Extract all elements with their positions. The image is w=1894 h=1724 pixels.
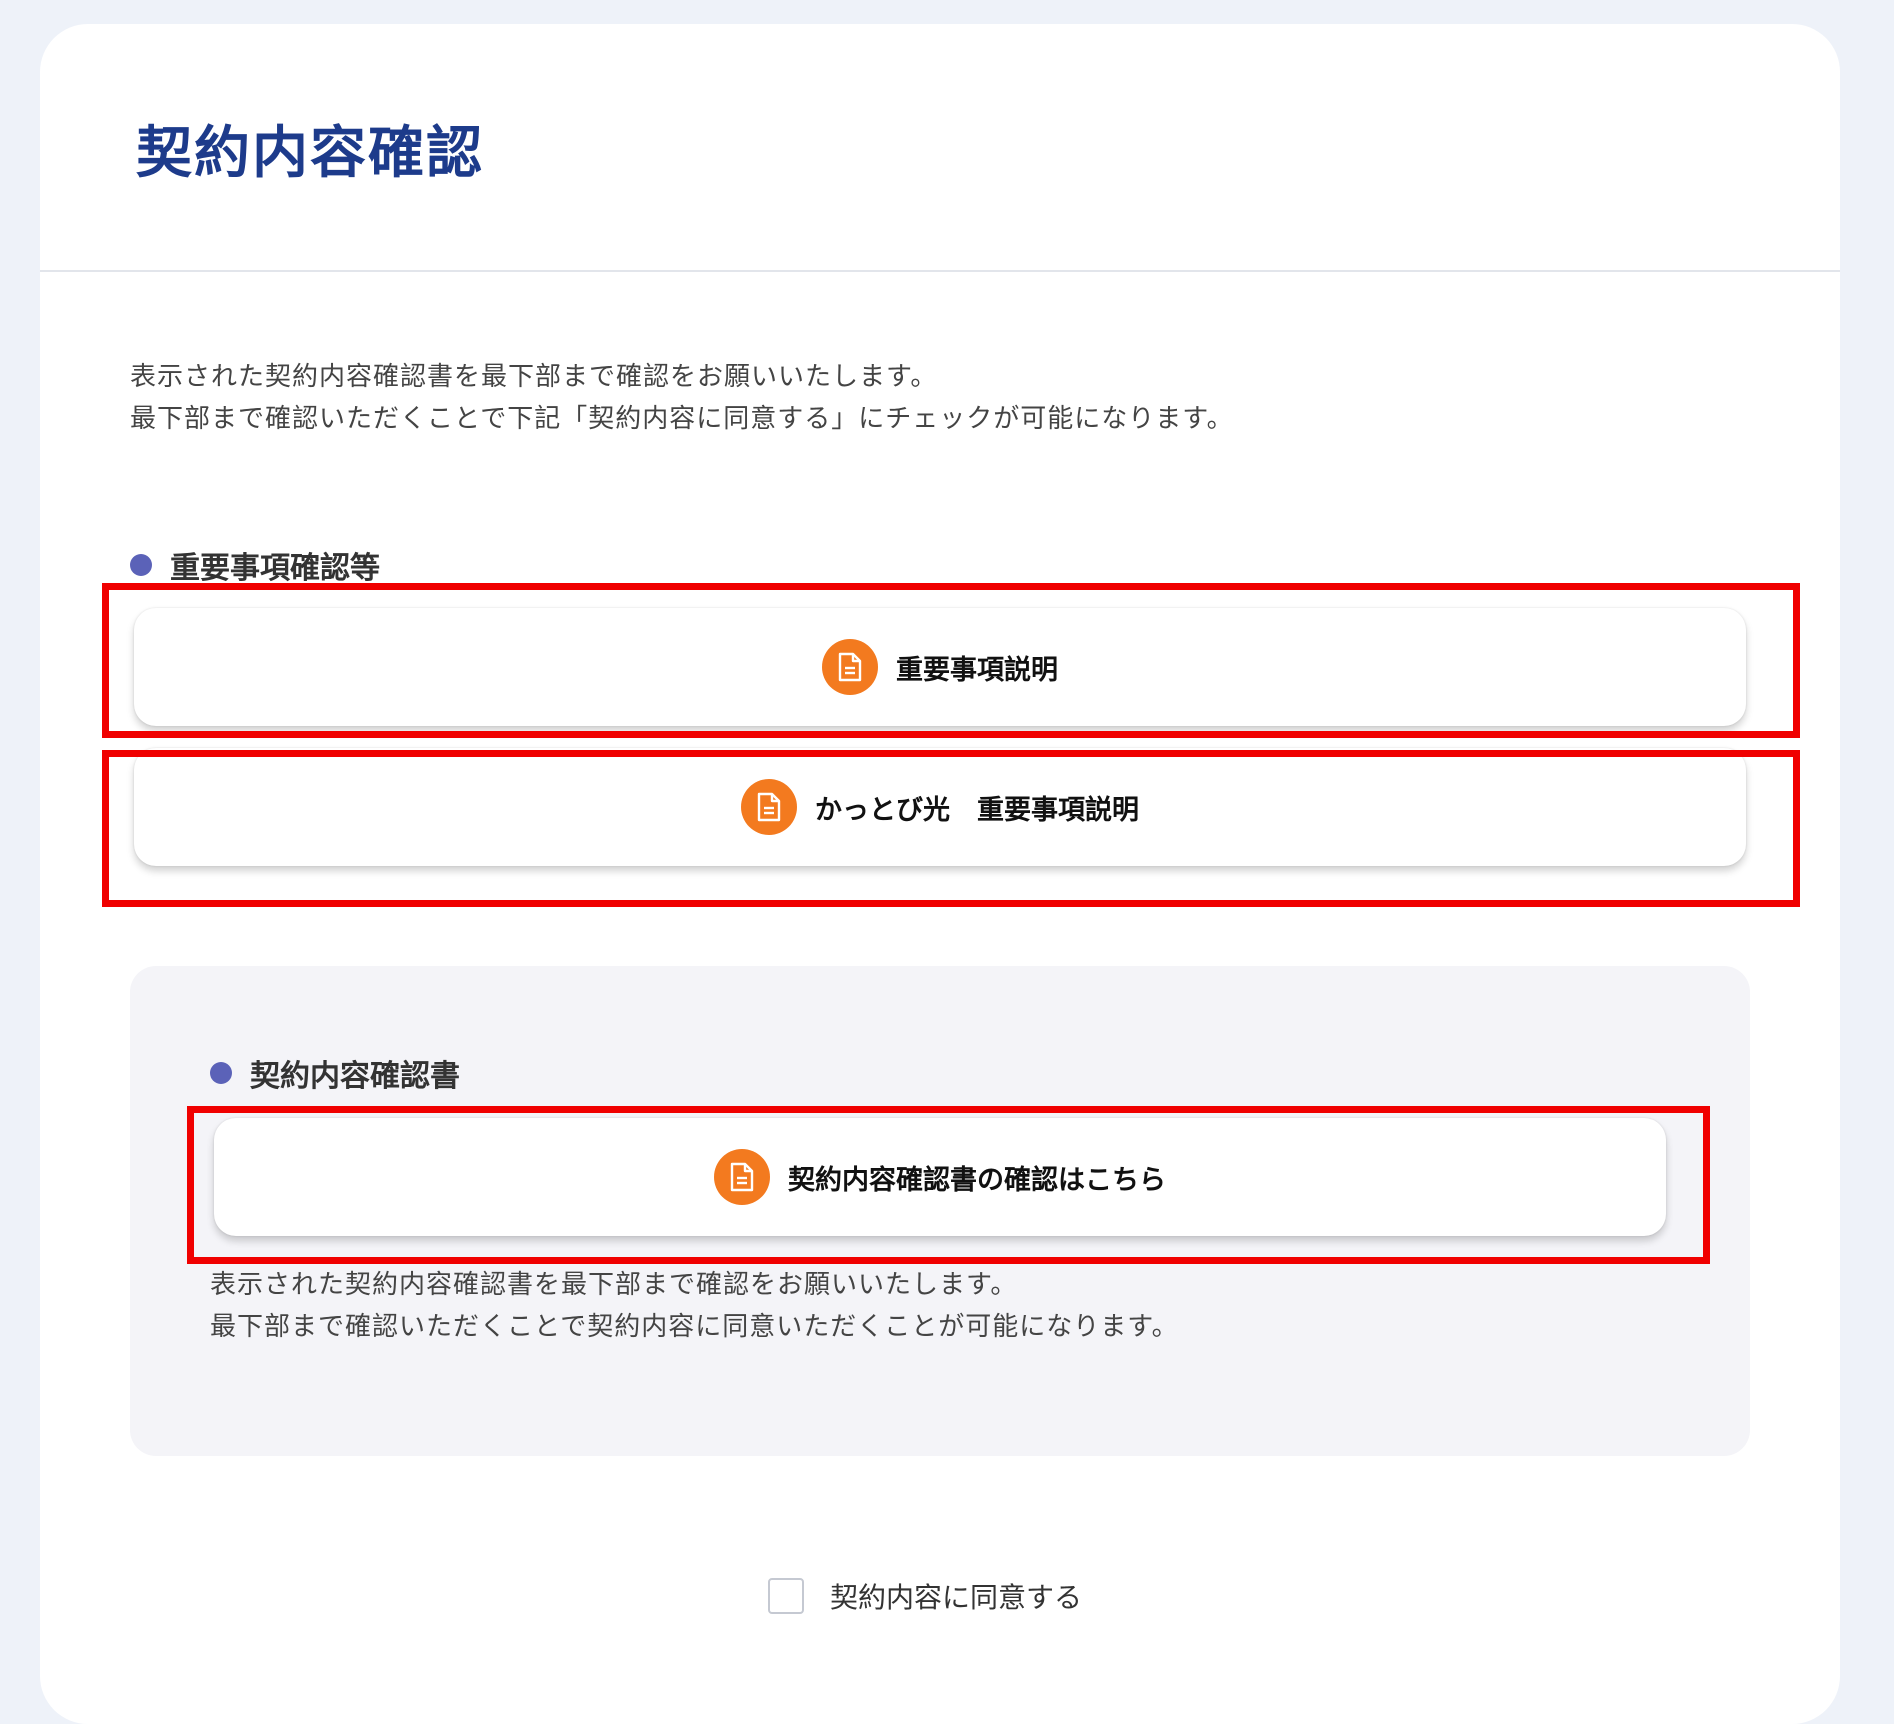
section-heading-contract: 契約内容確認書 <box>210 1051 460 1095</box>
page-title: 契約内容確認 <box>136 121 484 186</box>
contract-note: 表示された契約内容確認書を最下部まで確認をお願いいたします。 最下部まで確認いた… <box>210 1264 1179 1348</box>
bullet-dot-icon <box>210 1062 232 1084</box>
agree-checkbox[interactable] <box>768 1578 804 1614</box>
section-heading-important: 重要事項確認等 <box>130 543 380 587</box>
highlight-box <box>102 583 1800 738</box>
intro-line-2: 最下部まで確認いただくことで下記「契約内容に同意する」にチェックが可能になります… <box>130 404 1234 434</box>
highlight-box <box>187 1106 1710 1264</box>
bullet-dot-icon <box>130 554 152 576</box>
intro-line-1: 表示された契約内容確認書を最下部まで確認をお願いいたします。 <box>130 362 938 392</box>
header-divider <box>40 270 1840 272</box>
contract-note-line-2: 最下部まで確認いただくことで契約内容に同意いただくことが可能になります。 <box>210 1312 1179 1342</box>
section-heading-label: 重要事項確認等 <box>170 551 380 586</box>
agree-row: 契約内容に同意する <box>768 1576 1082 1616</box>
agree-label: 契約内容に同意する <box>830 1581 1083 1614</box>
intro-text: 表示された契約内容確認書を最下部まで確認をお願いいたします。 最下部まで確認いた… <box>130 356 1234 440</box>
highlight-box <box>102 750 1800 907</box>
contract-note-line-1: 表示された契約内容確認書を最下部まで確認をお願いいたします。 <box>210 1270 1018 1300</box>
section-heading-label: 契約内容確認書 <box>250 1059 460 1094</box>
